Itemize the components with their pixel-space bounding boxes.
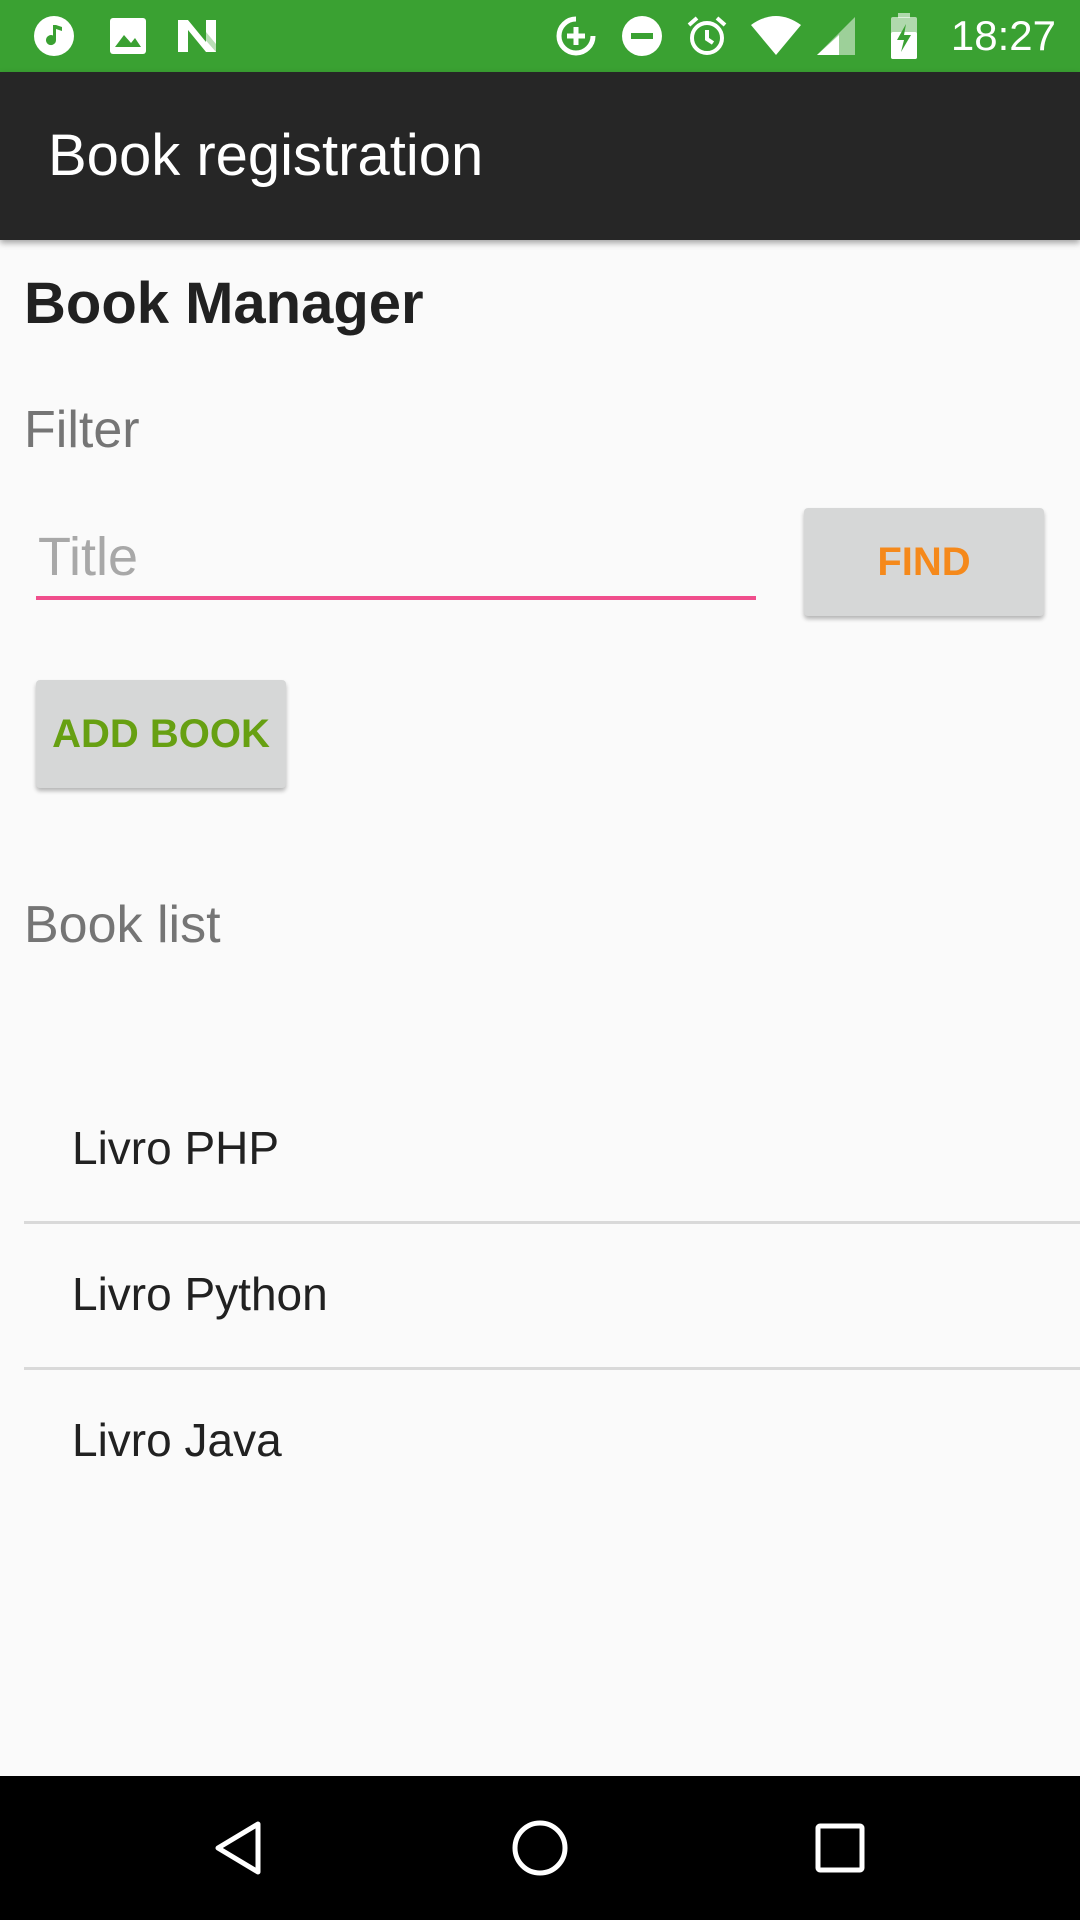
back-icon[interactable]	[160, 1776, 320, 1920]
filter-label: Filter	[24, 401, 140, 459]
main-content: Book Manager Filter FIND ADD BOOK Book l…	[0, 240, 1080, 1776]
app-title: Book registration	[48, 123, 484, 188]
book-list: Livro PHP Livro Python Livro Java	[24, 1078, 1080, 1513]
do-not-disturb-icon	[618, 0, 666, 72]
battery-charging-icon	[884, 0, 924, 72]
status-time: 18:27	[950, 12, 1056, 59]
title-input[interactable]	[36, 518, 756, 600]
music-note-icon	[30, 0, 78, 72]
n-logo-icon	[172, 0, 222, 72]
navigation-bar	[0, 1776, 1080, 1920]
cell-signal-icon	[812, 0, 858, 72]
data-saver-icon	[552, 0, 600, 72]
book-list-label: Book list	[24, 896, 221, 954]
find-button[interactable]: FIND	[804, 508, 1044, 616]
list-item[interactable]: Livro PHP	[24, 1076, 1080, 1224]
recents-icon[interactable]	[760, 1776, 920, 1920]
alarm-icon	[682, 0, 732, 72]
page-heading: Book Manager	[24, 271, 424, 336]
image-icon	[104, 0, 152, 72]
list-item[interactable]: Livro Python	[24, 1222, 1080, 1370]
app-bar: Book registration	[0, 72, 1080, 240]
add-book-button[interactable]: ADD BOOK	[36, 680, 286, 788]
wifi-icon	[748, 0, 804, 72]
home-icon[interactable]	[460, 1776, 620, 1920]
status-bar: 18:27	[0, 0, 1080, 72]
list-item[interactable]: Livro Java	[24, 1368, 1080, 1513]
